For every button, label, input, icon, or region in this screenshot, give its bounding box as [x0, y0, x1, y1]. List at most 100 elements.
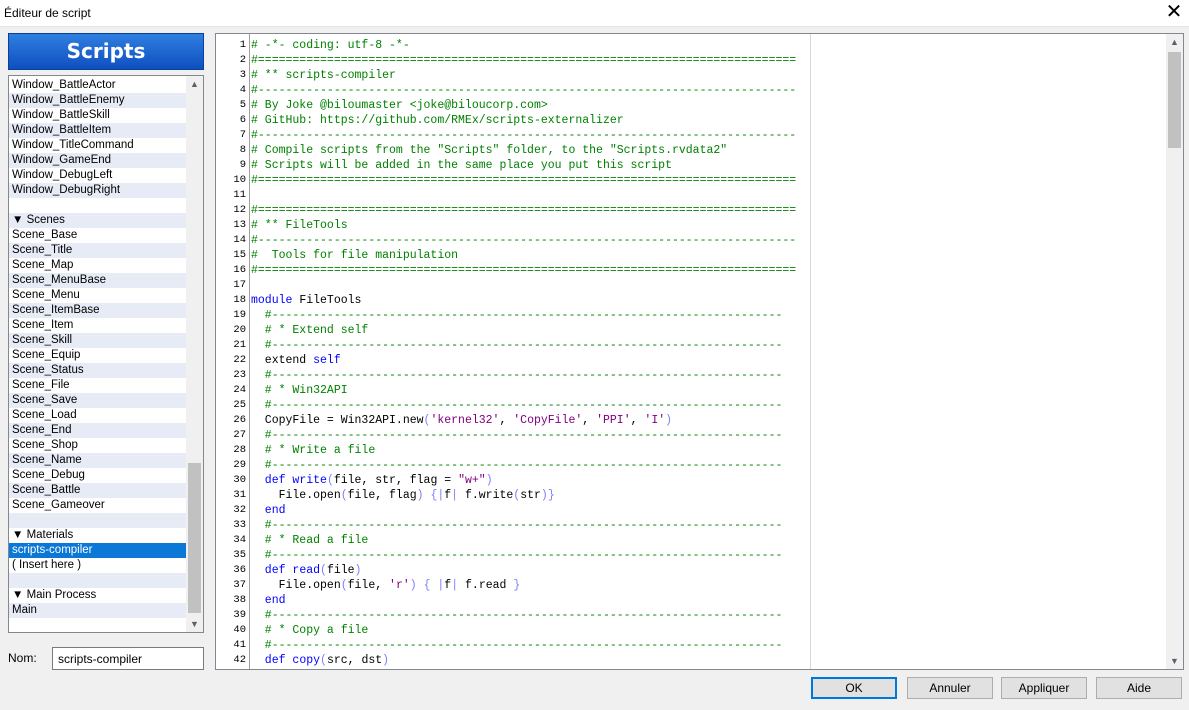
list-item[interactable]: Scene_Title	[9, 243, 186, 258]
code-line[interactable]: 7 #--------------------------------------…	[216, 128, 1166, 143]
code-line[interactable]: 8 # Compile scripts from the "Scripts" fo…	[216, 143, 1166, 158]
code-line[interactable]: 28 # * Write a file	[216, 443, 1166, 458]
code-line[interactable]: 26 CopyFile = Win32API.new('kernel32', '…	[216, 413, 1166, 428]
code-line[interactable]: 19 #------------------------------------…	[216, 308, 1166, 323]
list-item[interactable]: Scene_Map	[9, 258, 186, 273]
code-line[interactable]: 33 #------------------------------------…	[216, 518, 1166, 533]
code-text: # Scripts will be added in the same plac…	[251, 159, 672, 172]
code-line[interactable]: 42 def copy(src, dst)	[216, 653, 1166, 668]
apply-button[interactable]: Appliquer	[1001, 677, 1087, 699]
code-line[interactable]: 18 module FileTools	[216, 293, 1166, 308]
list-item[interactable]: scripts-compiler	[9, 543, 186, 558]
list-item[interactable]: Scene_Item	[9, 318, 186, 333]
code-line[interactable]: 5 # By Joke @biloumaster <joke@biloucorp.…	[216, 98, 1166, 113]
code-text: end	[251, 504, 286, 517]
list-item[interactable]: Window_BattleSkill	[9, 108, 186, 123]
code-line[interactable]: 6 # GitHub: https://github.com/RMEx/scrip…	[216, 113, 1166, 128]
code-line[interactable]: 20 # * Extend self	[216, 323, 1166, 338]
list-item[interactable]: Window_BattleActor	[9, 78, 186, 93]
code-line[interactable]: 27 #------------------------------------…	[216, 428, 1166, 443]
list-item[interactable]: Scene_Save	[9, 393, 186, 408]
list-item[interactable]: Scene_End	[9, 423, 186, 438]
code-text: # * Extend self	[251, 324, 369, 337]
line-number: 1	[239, 39, 246, 51]
code-line[interactable]: 1 # -*- coding: utf-8 -*-	[216, 38, 1166, 53]
script-list[interactable]: Window_BattleActor Window_BattleEnemy Wind…	[8, 75, 204, 633]
code-line[interactable]: 21 #------------------------------------…	[216, 338, 1166, 353]
list-item[interactable]: Scene_Status	[9, 363, 186, 378]
list-item[interactable]: Scene_Name	[9, 453, 186, 468]
code-text: #=======================================…	[251, 204, 797, 217]
list-item[interactable]: Window_DebugLeft	[9, 168, 186, 183]
list-item[interactable]: Window_DebugRight	[9, 183, 186, 198]
code-line[interactable]: 24 # * Win32API	[216, 383, 1166, 398]
list-item[interactable]: Scene_Battle	[9, 483, 186, 498]
list-section-header[interactable]: ▼ Materials	[9, 528, 186, 543]
code-line[interactable]: 23 #------------------------------------…	[216, 368, 1166, 383]
code-line[interactable]: 10 #=====================================…	[216, 173, 1166, 188]
scroll-down-icon[interactable]: ▼	[186, 616, 203, 632]
code-line[interactable]: 29 #------------------------------------…	[216, 458, 1166, 473]
code-text: def copy(src, dst)	[251, 654, 390, 667]
code-line[interactable]: 38 end	[216, 593, 1166, 608]
code-line[interactable]: 39 #------------------------------------…	[216, 608, 1166, 623]
code-line[interactable]: 31 File.open(file, flag) {|f| f.write(st…	[216, 488, 1166, 503]
scrollbar-thumb[interactable]	[1168, 52, 1181, 148]
list-item[interactable]: Scene_Debug	[9, 468, 186, 483]
ok-button[interactable]: OK	[811, 677, 897, 699]
code-line[interactable]: 15 # Tools for file manipulation	[216, 248, 1166, 263]
list-item[interactable]: ( Insert here )	[9, 558, 186, 573]
line-number: 32	[233, 504, 246, 516]
code-line[interactable]: 14 #-------------------------------------…	[216, 233, 1166, 248]
list-section-header[interactable]: ▼ Main Process	[9, 588, 186, 603]
help-button[interactable]: Aide	[1096, 677, 1182, 699]
code-line[interactable]: 35 #------------------------------------…	[216, 548, 1166, 563]
list-item[interactable]: Scene_Shop	[9, 438, 186, 453]
list-item[interactable]: Scene_File	[9, 378, 186, 393]
code-text: # Tools for file manipulation	[251, 249, 459, 262]
code-line[interactable]: 41 #------------------------------------…	[216, 638, 1166, 653]
scrollbar-thumb[interactable]	[188, 463, 201, 613]
close-icon[interactable]: ✕	[1159, 0, 1189, 27]
list-item[interactable]: Scene_Load	[9, 408, 186, 423]
code-line[interactable]: 13 # ** FileTools	[216, 218, 1166, 233]
code-line[interactable]: 36 def read(file)	[216, 563, 1166, 578]
list-item[interactable]: Scene_Skill	[9, 333, 186, 348]
list-section-header[interactable]: ▼ Scenes	[9, 213, 186, 228]
script-list-scrollbar[interactable]: ▲ ▼	[186, 76, 203, 632]
cancel-button[interactable]: Annuler	[907, 677, 993, 699]
scroll-down-icon[interactable]: ▼	[1166, 653, 1183, 669]
name-input[interactable]	[52, 647, 204, 670]
code-line[interactable]: 2 #======================================…	[216, 53, 1166, 68]
list-item[interactable]: Scene_Equip	[9, 348, 186, 363]
list-item[interactable]: Scene_Base	[9, 228, 186, 243]
list-item[interactable]: Window_GameEnd	[9, 153, 186, 168]
code-line[interactable]: 17	[216, 278, 1166, 293]
code-line[interactable]: 12 #=====================================…	[216, 203, 1166, 218]
code-line[interactable]: 37 File.open(file, 'r') { |f| f.read }	[216, 578, 1166, 593]
code-editor[interactable]: 1 # -*- coding: utf-8 -*- 2 #==============…	[215, 33, 1184, 670]
code-line[interactable]: 34 # * Read a file	[216, 533, 1166, 548]
list-item[interactable]: Main	[9, 603, 186, 618]
code-line[interactable]: 16 #=====================================…	[216, 263, 1166, 278]
code-area[interactable]: 1 # -*- coding: utf-8 -*- 2 #==============…	[216, 38, 1166, 668]
code-line[interactable]: 4 #--------------------------------------…	[216, 83, 1166, 98]
list-item[interactable]: Scene_ItemBase	[9, 303, 186, 318]
scroll-up-icon[interactable]: ▲	[1166, 34, 1183, 50]
list-item[interactable]: Scene_Gameover	[9, 498, 186, 513]
code-line[interactable]: 40 # * Copy a file	[216, 623, 1166, 638]
code-line[interactable]: 3 # ** scripts-compiler	[216, 68, 1166, 83]
code-line[interactable]: 9 # Scripts will be added in the same pla…	[216, 158, 1166, 173]
code-line[interactable]: 30 def write(file, str, flag = "w+")	[216, 473, 1166, 488]
scroll-up-icon[interactable]: ▲	[186, 76, 203, 92]
editor-scrollbar[interactable]: ▲ ▼	[1166, 34, 1183, 669]
code-line[interactable]: 22 extend self	[216, 353, 1166, 368]
list-item[interactable]: Scene_MenuBase	[9, 273, 186, 288]
code-line[interactable]: 25 #------------------------------------…	[216, 398, 1166, 413]
code-line[interactable]: 32 end	[216, 503, 1166, 518]
code-line[interactable]: 11	[216, 188, 1166, 203]
list-item[interactable]: Window_TitleCommand	[9, 138, 186, 153]
list-item[interactable]: Window_BattleEnemy	[9, 93, 186, 108]
list-item[interactable]: Scene_Menu	[9, 288, 186, 303]
list-item[interactable]: Window_BattleItem	[9, 123, 186, 138]
